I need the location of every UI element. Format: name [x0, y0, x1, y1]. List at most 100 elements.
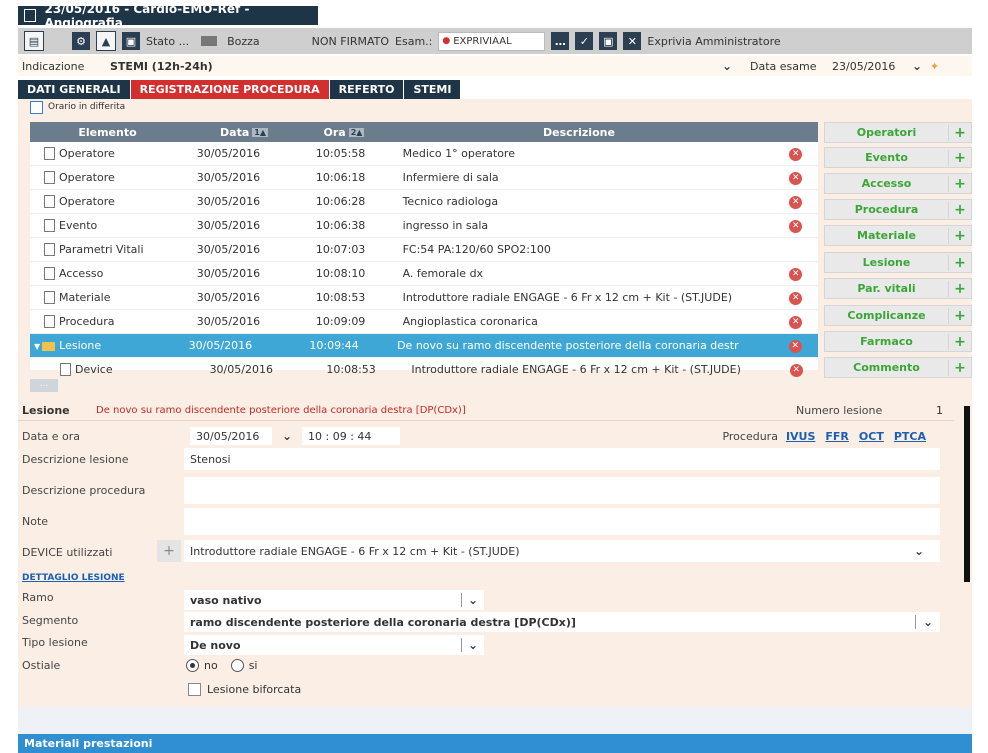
ptca-link[interactable]: PTCA	[894, 430, 926, 443]
row-elemento: Parametri Vitali	[59, 242, 144, 256]
ivus-link[interactable]: IVUS	[786, 430, 815, 443]
add-operatori-button[interactable]: Operatori +	[824, 122, 972, 143]
esam-field[interactable]: ● EXPRIVIAAL	[438, 31, 546, 51]
column-data[interactable]: Data 1▲	[185, 122, 303, 142]
settings-icon[interactable]: ⚙	[72, 32, 90, 50]
chevron-down-icon: ⌄	[461, 638, 484, 652]
add-complicanze-button[interactable]: Complicanze +	[824, 305, 972, 326]
edit-icon	[24, 9, 37, 22]
ora-input[interactable]: 10 : 09 : 44	[302, 427, 400, 445]
pin-icon[interactable]: ✦	[930, 60, 939, 73]
table-row[interactable]: Accesso 30/05/2016 10:08:10 A. femorale …	[30, 262, 818, 286]
orario-differita-label: Orario in differita	[48, 102, 126, 112]
add-device-icon[interactable]: +	[157, 540, 181, 562]
plus-icon: +	[948, 333, 971, 350]
delete-icon[interactable]: ✕	[789, 291, 803, 305]
table-row[interactable]: Parametri Vitali 30/05/2016 10:07:03 FC:…	[30, 238, 818, 262]
desc-procedura-label: Descrizione procedura	[22, 484, 146, 497]
stato-label: Stato ...	[146, 34, 190, 48]
materiali-prestazioni-label: Materiali prestazioni	[24, 737, 153, 750]
window-title: 23/05/2016 - Cardio-EMO-Ref - Angiografi…	[44, 1, 250, 30]
confirm-icon[interactable]: ✓	[575, 32, 594, 50]
indicazione-value[interactable]: STEMI (12h-24h)	[110, 60, 722, 73]
save-icon[interactable]: ▣	[599, 32, 618, 50]
data-esame-dropdown-icon[interactable]: ⌄	[912, 59, 930, 73]
materiali-prestazioni-bar[interactable]: Materiali prestazioni	[18, 734, 972, 753]
firma-status: NON FIRMATO	[311, 34, 390, 48]
orario-differita-checkbox[interactable]	[30, 100, 43, 114]
ffr-link[interactable]: FFR	[825, 430, 849, 443]
close-icon[interactable]: ✕	[623, 32, 642, 50]
add-lesione-button[interactable]: Lesione +	[824, 252, 972, 273]
indicazione-dropdown-icon[interactable]: ⌄	[722, 59, 750, 73]
note-field[interactable]	[184, 508, 940, 535]
row-descrizione: ingresso in sala	[402, 219, 489, 232]
delete-icon[interactable]: ✕	[789, 171, 803, 185]
table-row[interactable]: Procedura 30/05/2016 10:09:09 Angioplast…	[30, 310, 818, 334]
column-ora[interactable]: Ora 2▲	[303, 122, 385, 142]
delete-icon[interactable]: ✕	[789, 315, 803, 329]
ostiale-si-radio[interactable]	[230, 659, 244, 672]
lesione-header: Lesione De novo su ramo discendente post…	[18, 401, 954, 421]
more-options-icon[interactable]: …	[551, 32, 570, 50]
column-ora-label: Ora	[323, 125, 346, 139]
row-data: 30/05/2016	[196, 171, 261, 184]
tab-stemi[interactable]: STEMI	[404, 80, 462, 99]
add-materiale-button[interactable]: Materiale +	[824, 225, 972, 246]
row-elemento: Operatore	[59, 170, 115, 184]
table-row[interactable]: Device 30/05/2016 10:08:53 Introduttore …	[30, 358, 818, 382]
row-ora: 10:08:53	[315, 291, 366, 304]
table-row-selected[interactable]: ▼ Lesione 30/05/2016 10:09:44 De novo su …	[30, 334, 818, 358]
tab-dati-generali[interactable]: DATI GENERALI	[18, 80, 131, 99]
add-par-vitali-button[interactable]: Par. vitali +	[824, 278, 972, 299]
delete-icon[interactable]: ✕	[789, 363, 803, 377]
add-procedura-button[interactable]: Procedura +	[824, 199, 972, 220]
scrollbar[interactable]	[964, 406, 970, 582]
sort-icon: 1▲	[252, 127, 268, 137]
column-descrizione[interactable]: Descrizione	[385, 122, 773, 142]
device-select[interactable]: Introduttore radiale ENGAGE - 6 Fr x 12 …	[184, 540, 940, 562]
orario-differita[interactable]: Orario in differita	[30, 100, 125, 114]
delete-icon[interactable]: ✕	[789, 219, 803, 233]
delete-icon[interactable]: ✕	[789, 195, 803, 209]
oct-link[interactable]: OCT	[859, 430, 884, 443]
row-descrizione: De novo su ramo discendente posteriore d…	[397, 339, 739, 352]
pdf-icon[interactable]: ▤	[24, 31, 44, 51]
add-commento-button[interactable]: Commento +	[824, 357, 972, 378]
table-row[interactable]: Evento 30/05/2016 10:06:38 ingresso in s…	[30, 214, 818, 238]
tipo-lesione-select[interactable]: De novo ⌄	[184, 635, 484, 655]
sort-icon: 2▲	[348, 127, 365, 137]
user-name: Exprivia Amministratore	[647, 34, 781, 48]
data-input[interactable]: 30/05/2016	[190, 427, 272, 445]
data-esame-value[interactable]: 23/05/2016	[832, 60, 912, 73]
table-row[interactable]: Operatore 30/05/2016 10:06:18 Infermiere…	[30, 166, 818, 190]
delete-icon[interactable]: ✕	[788, 339, 802, 353]
expand-icon[interactable]: ▼	[34, 342, 40, 351]
biforcata-checkbox[interactable]	[188, 683, 201, 696]
date-dropdown-icon[interactable]: ⌄	[272, 429, 302, 443]
more-button[interactable]: ...	[30, 379, 58, 392]
ostiale-si-label: si	[248, 659, 258, 672]
esam-label: Esam.:	[395, 34, 433, 48]
file-icon	[44, 267, 55, 281]
add-accesso-button[interactable]: Accesso +	[824, 173, 972, 194]
table-row[interactable]: Materiale 30/05/2016 10:08:53 Introdutto…	[30, 286, 818, 310]
table-row[interactable]: Operatore 30/05/2016 10:06:28 Tecnico ra…	[30, 190, 818, 214]
tab-referto[interactable]: REFERTO	[329, 80, 405, 99]
ramo-select[interactable]: vaso nativo ⌄	[184, 590, 484, 610]
upload-icon[interactable]: ▲	[96, 31, 116, 51]
tab-registrazione-procedura[interactable]: REGISTRAZIONE PROCEDURA	[130, 80, 330, 99]
desc-lesione-field[interactable]: Stenosi	[184, 448, 940, 470]
delete-icon[interactable]: ✕	[789, 267, 803, 281]
segmento-select[interactable]: ramo discendente posteriore della corona…	[184, 612, 940, 632]
row-ora: 10:06:38	[315, 219, 366, 232]
add-farmaco-button[interactable]: Farmaco +	[824, 331, 972, 352]
column-elemento[interactable]: Elemento	[30, 122, 185, 142]
table-row[interactable]: Operatore 30/05/2016 10:05:58 Medico 1° …	[30, 142, 818, 166]
desc-procedura-field[interactable]	[184, 477, 940, 504]
add-evento-button[interactable]: Evento +	[824, 147, 972, 168]
delete-icon[interactable]: ✕	[789, 147, 803, 161]
ostiale-no-radio[interactable]	[186, 659, 199, 672]
button-label: Operatori	[856, 126, 917, 139]
image-icon[interactable]: ▣	[122, 32, 140, 50]
